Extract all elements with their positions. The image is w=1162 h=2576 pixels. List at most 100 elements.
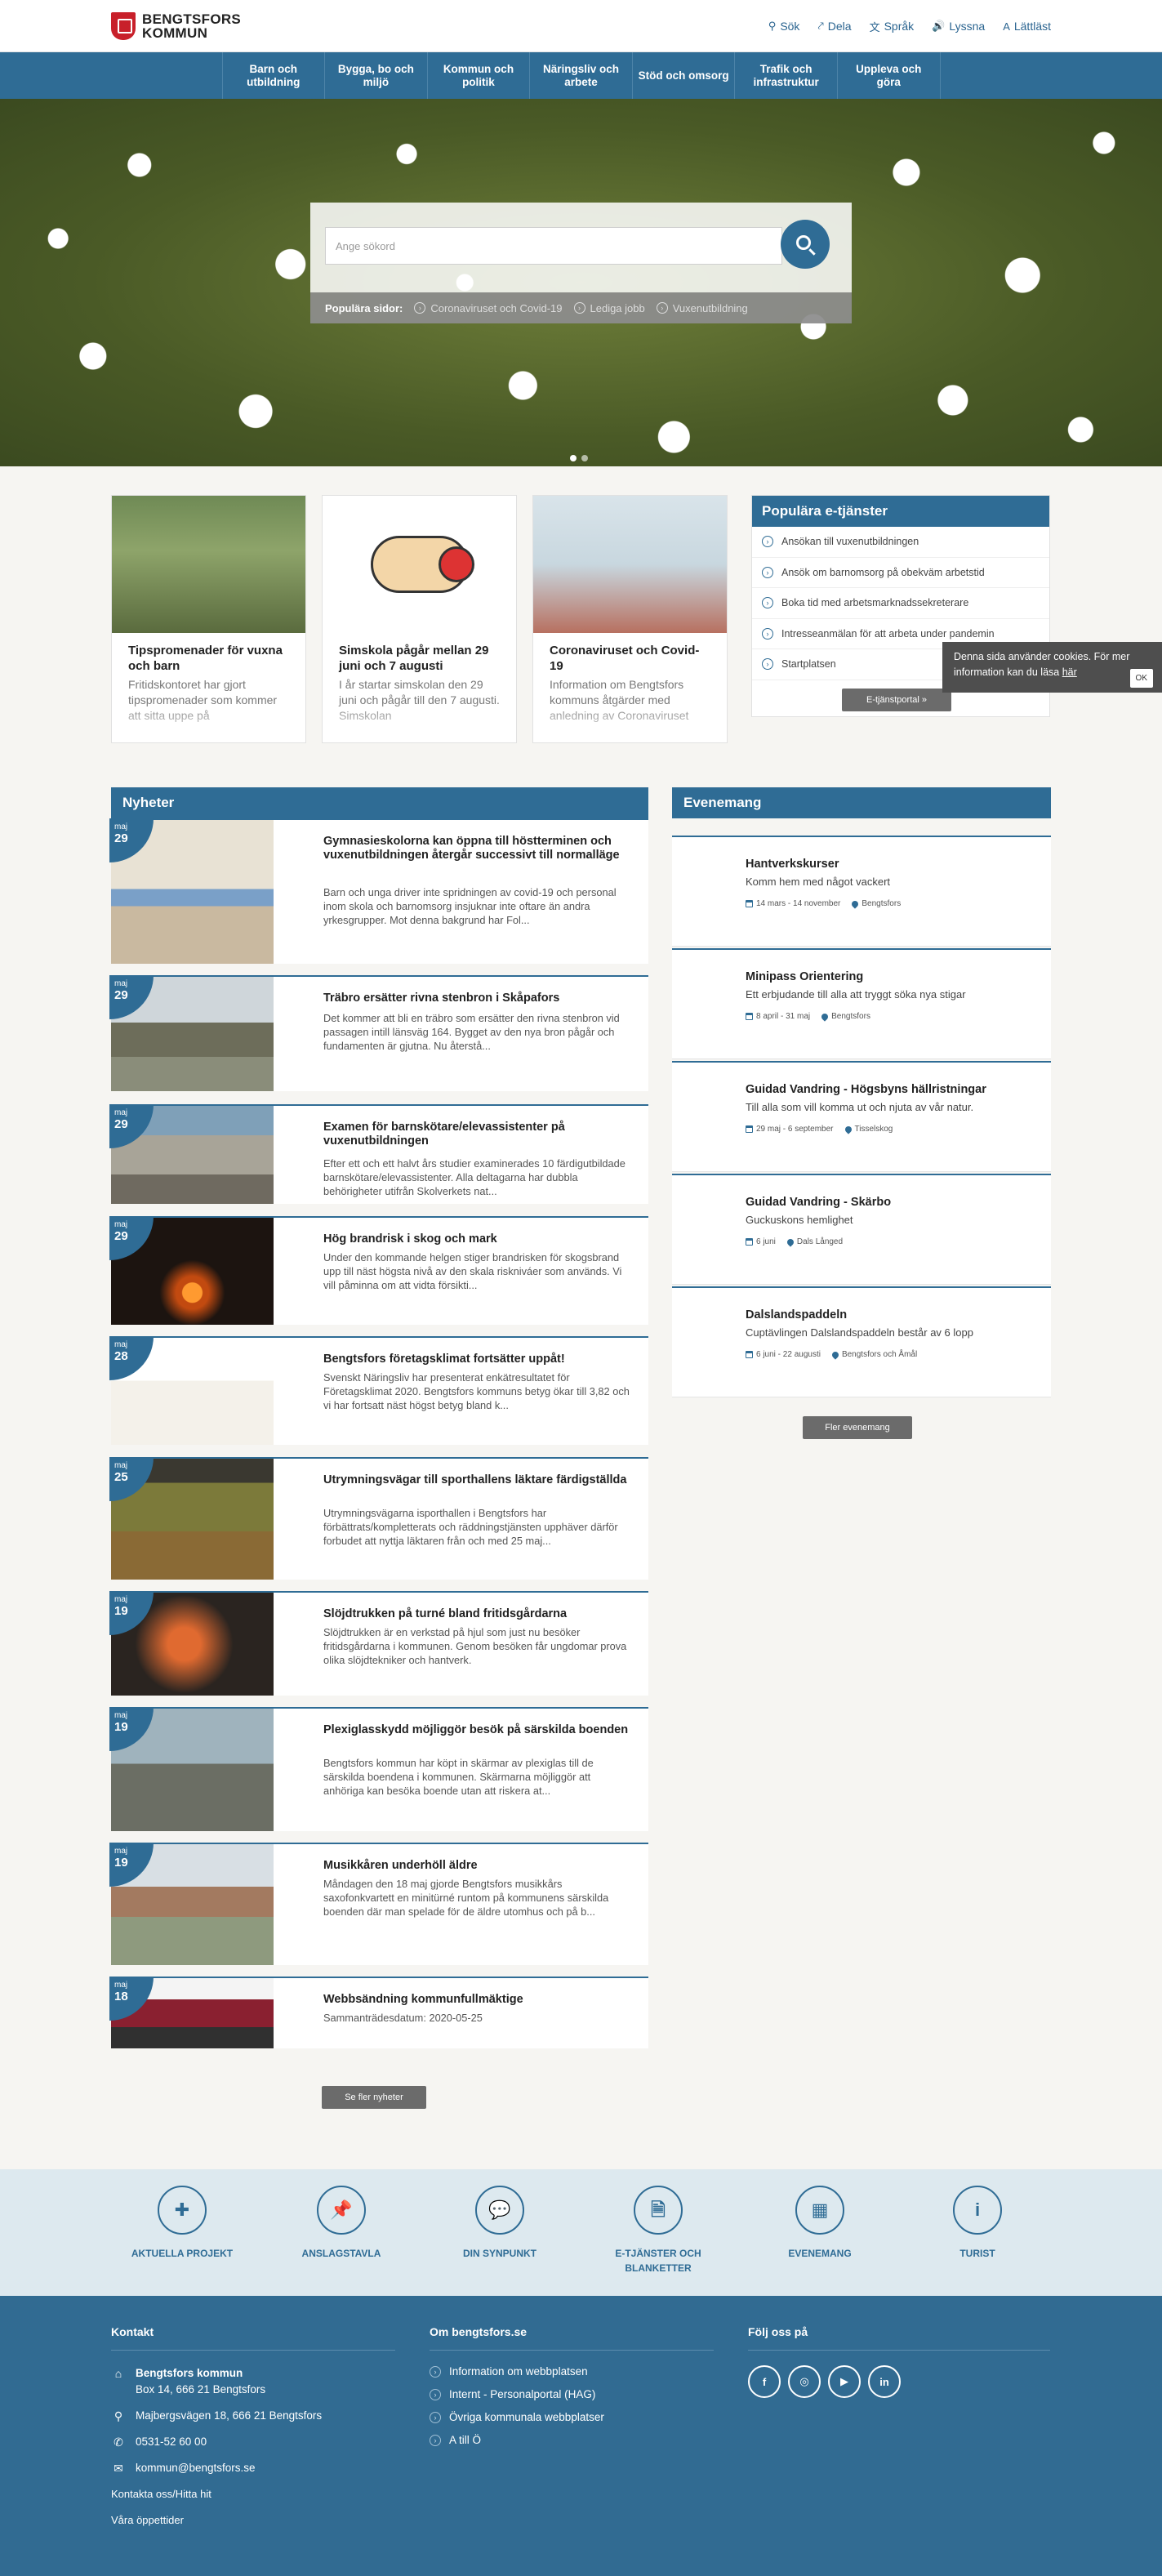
event-place: Dals Långed bbox=[796, 1237, 844, 1246]
footer-about-link[interactable]: › Information om webbplatsen bbox=[430, 2365, 714, 2378]
news-item[interactable]: maj 19 Slöjdtrukken på turné bland fritids… bbox=[109, 1591, 648, 1696]
card-title: Coronaviruset och Covid-19 bbox=[550, 644, 700, 673]
news-item[interactable]: maj 18 Webbsändning kommunfullmäktige Samma… bbox=[109, 1977, 648, 2048]
footer-hours-link[interactable]: Våra öppettider bbox=[111, 2512, 184, 2529]
youtube-icon[interactable]: ▶ bbox=[828, 2365, 861, 2398]
speech-bubble-icon: 💬 bbox=[475, 2186, 524, 2235]
shortcut-aktuella-projekt[interactable]: ✚ AKTUELLA PROJEKT bbox=[121, 2186, 243, 2261]
nav-item[interactable]: Stöd och omsorg bbox=[633, 52, 736, 99]
event-subtitle: Komm hem med något vackert bbox=[746, 876, 891, 888]
search-button[interactable] bbox=[781, 220, 830, 269]
event-place: Tisselskog bbox=[854, 1125, 893, 1134]
tool-label: Lyssna bbox=[949, 20, 986, 33]
logo-line1: BENGTSFORS bbox=[142, 11, 242, 27]
news-title: Musikkåren underhöll äldre bbox=[323, 1859, 478, 1872]
nav-item[interactable]: Uppleva och göra bbox=[838, 52, 941, 99]
chevron-right-icon: › bbox=[762, 658, 773, 671]
eservice-item[interactable]: › Ansök om barnomsorg på obekväm arbetsti… bbox=[752, 558, 1049, 588]
shortcut-label: ANSLAGSTAVLA bbox=[301, 2248, 381, 2259]
cookie-link[interactable]: här bbox=[1062, 666, 1077, 678]
news-item[interactable]: maj 29 Gymnasieskolorna kan öppna till hös… bbox=[109, 818, 648, 964]
card-simskola[interactable]: Simskola pågår mellan 29 juni och 7 augu… bbox=[322, 495, 517, 743]
tool-lyssna[interactable]: 🔊 Lyssna bbox=[932, 19, 985, 34]
event-item[interactable]: Hantverkskurser Komm hem med något vacker… bbox=[672, 836, 1051, 947]
news-item[interactable]: maj 29 Träbro ersätter rivna stenbron i Sk… bbox=[109, 975, 648, 1091]
events-section: Evenemang Hantverkskurser Komm hem med nå… bbox=[672, 787, 1051, 1441]
nav-item[interactable]: Bygga, bo och miljö bbox=[325, 52, 428, 99]
tool-lättläst[interactable]: A Lättläst bbox=[1003, 19, 1051, 34]
footer-email[interactable]: kommun@bengtsfors.se bbox=[136, 2460, 256, 2476]
footer-about-link[interactable]: › A till Ö bbox=[430, 2434, 714, 2446]
card-coronaviruset[interactable]: Coronaviruset och Covid-19 Information o… bbox=[532, 495, 728, 743]
shortcut-evenemang[interactable]: ▦ EVENEMANG bbox=[759, 2186, 881, 2261]
cookie-ok-button[interactable]: OK bbox=[1129, 669, 1153, 688]
nav-item[interactable]: Näringsliv och arbete bbox=[530, 52, 633, 99]
site-logo[interactable]: BENGTSFORS KOMMUN bbox=[111, 12, 241, 40]
event-date: 8 april - 31 maj bbox=[756, 1012, 811, 1021]
calendar-icon: ▦ bbox=[795, 2186, 844, 2235]
popular-link[interactable]: › Vuxenutbildning bbox=[656, 302, 748, 314]
event-item[interactable]: Guidad Vandring - Skärbo Guckuskons hemli… bbox=[672, 1174, 1051, 1285]
eservice-portal-button[interactable]: E-tjänstportal » bbox=[842, 689, 951, 711]
nav-item[interactable]: Barn och utbildning bbox=[223, 52, 326, 99]
footer-about-title: Om bengtsfors.se bbox=[430, 2325, 528, 2338]
tool-sök[interactable]: ⚲ Sök bbox=[768, 19, 800, 34]
more-events-button[interactable]: Fler evenemang bbox=[803, 1416, 912, 1439]
chevron-right-icon: › bbox=[414, 302, 426, 314]
event-item[interactable]: Dalslandspaddeln Cuptävlingen Dalslandspa… bbox=[672, 1286, 1051, 1397]
linkedin-icon[interactable]: in bbox=[868, 2365, 901, 2398]
nav-item[interactable]: Kommun och politik bbox=[428, 52, 531, 99]
nav-item[interactable]: Trafik och infrastruktur bbox=[735, 52, 838, 99]
footer-about-link[interactable]: › Internt - Personalportal (HAG) bbox=[430, 2388, 714, 2400]
news-item[interactable]: maj 29 Examen för barnskötare/elevassisten… bbox=[109, 1104, 648, 1204]
facebook-icon[interactable]: f bbox=[748, 2365, 781, 2398]
search-input[interactable]: Ange sökord bbox=[325, 227, 782, 265]
news-item[interactable]: maj 25 Utrymningsvägar till sporthallens l… bbox=[109, 1457, 648, 1580]
news-item[interactable]: maj 29 Hög brandrisk i skog och mark Under … bbox=[109, 1216, 648, 1325]
slide-dot[interactable] bbox=[581, 455, 588, 461]
search-icon bbox=[796, 235, 811, 250]
tool-dela[interactable]: ⤤ Dela bbox=[817, 19, 851, 34]
popular-link[interactable]: › Lediga jobb bbox=[573, 302, 645, 314]
date-day: 29 bbox=[114, 988, 128, 1002]
shortcut-turist[interactable]: i TURIST bbox=[916, 2186, 1039, 2261]
shortcut-din-synpunkt[interactable]: 💬 DIN SYNPUNKT bbox=[439, 2186, 561, 2261]
date-day: 29 bbox=[114, 831, 128, 845]
footer-post-address: Box 14, 666 21 Bengtsfors bbox=[136, 2383, 266, 2396]
calendar-icon bbox=[746, 1125, 753, 1133]
featured-cards: Tipspromenader för vuxna och barn Fritid… bbox=[111, 495, 1051, 743]
instagram-icon[interactable]: ◎ bbox=[788, 2365, 821, 2398]
news-title: Träbro ersätter rivna stenbron i Skåpafo… bbox=[323, 992, 560, 1005]
more-news-button[interactable]: Se fler nyheter bbox=[322, 2086, 426, 2109]
eservice-item[interactable]: › Ansökan till vuxenutbildningen bbox=[752, 527, 1049, 558]
tool-språk[interactable]: 文 Språk bbox=[870, 19, 915, 34]
news-title: Plexiglasskydd möjliggör besök på särski… bbox=[323, 1723, 629, 1736]
slide-dot[interactable] bbox=[570, 455, 577, 461]
footer-contact-link[interactable]: Kontakta oss/Hitta hit bbox=[111, 2486, 211, 2502]
event-item[interactable]: Minipass Orientering Ett erbjudande till … bbox=[672, 948, 1051, 1059]
chevron-right-icon: › bbox=[762, 566, 773, 578]
shortcut-e-tjänster-och-blanketter[interactable]: 🗎 E-TJÄNSTER OCH BLANKETTER bbox=[597, 2186, 719, 2275]
chevron-right-icon: › bbox=[430, 2365, 441, 2378]
card-tipspromenader[interactable]: Tipspromenader för vuxna och barn Fritid… bbox=[111, 495, 306, 743]
swimmer-illustration-icon bbox=[370, 536, 474, 593]
footer-about-link[interactable]: › Övriga kommunala webbplatser bbox=[430, 2411, 714, 2423]
date-day: 29 bbox=[114, 1117, 128, 1131]
chevron-right-icon: › bbox=[430, 2434, 441, 2446]
eservice-item[interactable]: › Boka tid med arbetsmarknadssekreterare bbox=[752, 588, 1049, 619]
popular-link[interactable]: › Coronaviruset och Covid-19 bbox=[414, 302, 563, 314]
news-item[interactable]: maj 19 Musikkåren underhöll äldre Måndagen … bbox=[109, 1843, 648, 1965]
news-item[interactable]: maj 19 Plexiglasskydd möjliggör besök på s… bbox=[109, 1707, 648, 1831]
calendar-icon bbox=[746, 1351, 753, 1358]
header-tools: ⚲ Sök ⤤ Dela 文 Språk 🔊 Lyssna A Lättläst bbox=[768, 19, 1051, 34]
shortcut-label: AKTUELLA PROJEKT bbox=[131, 2248, 234, 2259]
home-icon: ⌂ bbox=[114, 2367, 122, 2380]
share-icon: ⤤ bbox=[817, 20, 824, 32]
event-title: Dalslandspaddeln bbox=[746, 1308, 848, 1321]
shortcut-anslagstavla[interactable]: 📌 ANSLAGSTAVLA bbox=[280, 2186, 403, 2261]
footer-phone[interactable]: 0531-52 60 00 bbox=[136, 2434, 207, 2450]
news-item[interactable]: maj 28 Bengtsfors företagsklimat fortsätte… bbox=[109, 1336, 648, 1445]
event-item[interactable]: Guidad Vandring - Högsbyns hällristninga… bbox=[672, 1061, 1051, 1172]
main-navigation: Barn och utbildning Bygga, bo och miljö Ko… bbox=[0, 52, 1162, 99]
card-image-swimmer bbox=[323, 496, 516, 633]
